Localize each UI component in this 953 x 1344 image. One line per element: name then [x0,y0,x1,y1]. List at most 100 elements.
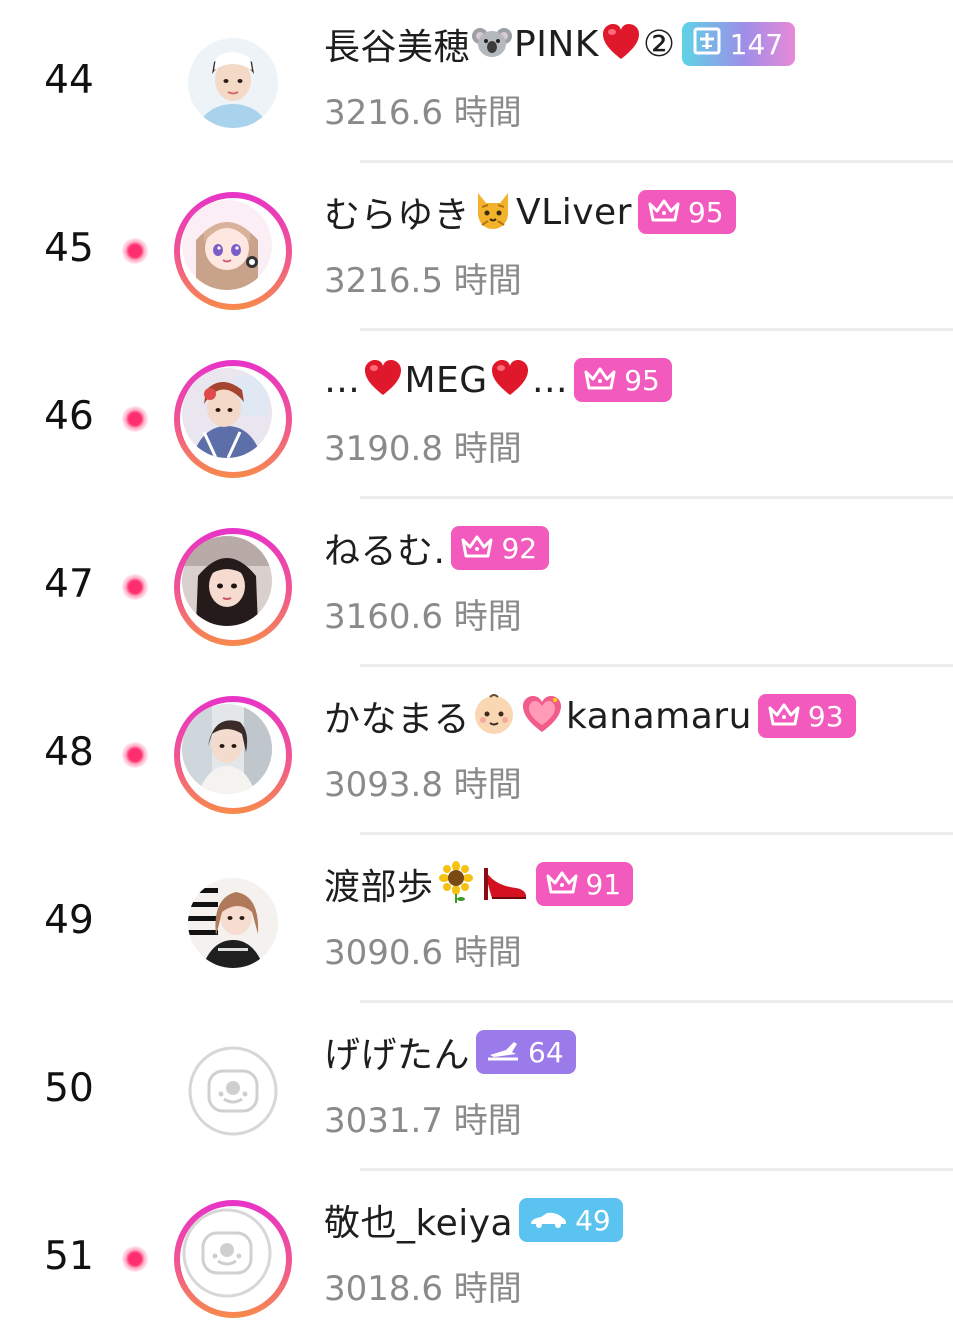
rank-number: 47 [44,562,94,607]
ranking-row[interactable]: 46 … MEG … 95 3190.8 時間 [0,336,953,504]
live-indicator-dot [122,406,148,432]
rank-number: 44 [44,58,94,103]
crown-icon [768,700,800,733]
level-badge-value: 49 [575,1203,611,1237]
user-name-text: ② [642,23,676,65]
avatar[interactable] [174,528,292,646]
user-name-text: VLiver [516,191,632,233]
watch-time: 3160.6 時間 [324,597,522,637]
user-name-line[interactable]: … MEG … 95 [324,354,672,406]
avatar[interactable] [174,864,292,982]
user-name-text: ねるむ. [324,531,446,572]
user-name-text: … [324,359,361,401]
crown-icon [461,532,493,565]
user-name-line[interactable]: むらゆき VLiver 95 [324,186,736,238]
level-badge: 93 [757,694,856,738]
rank-number: 45 [44,226,94,271]
user-name-line[interactable]: 敬也_keiya 49 [324,1194,623,1246]
level-badge: 64 [476,1030,576,1074]
ranking-row[interactable]: 51 敬也_keiya 49 3018.6 時間 [0,1176,953,1344]
watch-time: 3031.7 時間 [324,1101,522,1141]
avatar[interactable] [174,192,292,310]
heart-emoji [363,359,403,401]
rank-number: 50 [44,1066,94,1111]
live-indicator-dot [122,574,148,600]
user-name-text: MEG [404,359,488,401]
user-name-line[interactable]: かなまる kanamaru 93 [324,690,856,742]
user-name-text: PINK [514,23,599,65]
user-name-text: かなまる [324,699,471,740]
user-name-line[interactable]: 長谷美穂 PINK ② 147 [324,18,796,70]
user-name-text: 渡部歩 [324,867,434,908]
level-badge: 92 [451,526,550,570]
crown-icon [584,364,616,397]
user-name-text: 敬也_keiya [324,1203,514,1244]
level-badge: 147 [681,22,796,66]
level-badge-value: 91 [585,867,622,901]
row-divider [360,496,953,499]
photo-avatar [182,368,272,458]
watch-time: 3190.8 時間 [324,429,522,469]
crown-icon [546,868,578,901]
default-avatar [182,1208,272,1298]
level-badge-value: 93 [807,699,844,733]
user-name-line[interactable]: ねるむ. 92 [324,522,550,574]
cat-emoji [472,189,514,235]
rank-number: 49 [44,898,94,943]
level-badge: 91 [535,862,634,906]
level-badge-value: 95 [624,363,660,397]
level-badge-value: 95 [687,195,724,229]
user-name-text: げげたん [324,1035,471,1076]
avatar[interactable] [174,1032,292,1150]
sparkle-heart-emoji [520,694,564,738]
ranking-row[interactable]: 48 かなまる kanamaru 93 3093.8 時間 [0,672,953,840]
avatar[interactable] [174,1200,292,1318]
ranking-row[interactable]: 44 長谷美穂 PINK ② 147 3216.6 時間 [0,0,953,168]
high-heel-emoji [480,862,528,906]
sunflower-emoji [436,861,476,907]
photo-avatar [188,878,278,968]
user-name-line[interactable]: げげたん 64 [324,1026,576,1078]
rank-number: 51 [44,1234,94,1279]
photo-avatar [182,704,272,794]
ranking-row[interactable]: 45 むらゆき VLiver 95 3216.5 時間 [0,168,953,336]
live-indicator-dot [122,238,148,264]
row-divider [360,328,953,331]
row-divider [360,664,953,667]
level-badge: 95 [574,358,672,402]
photo-avatar [188,38,278,128]
row-divider [360,160,953,163]
row-divider [360,1000,953,1003]
watch-time: 3216.5 時間 [324,261,522,301]
level-badge-value: 64 [528,1035,564,1069]
user-name-text: … [531,359,569,401]
ranking-row[interactable]: 49 渡部歩 91 3090.6 時間 [0,840,953,1008]
anime-avatar [182,200,272,290]
rank-number: 48 [44,730,94,775]
avatar[interactable] [174,24,292,142]
row-divider [360,1168,953,1171]
heart-emoji [601,23,641,65]
level-badge: 95 [637,190,736,234]
live-indicator-dot [122,1246,148,1272]
watch-time: 3093.8 時間 [324,765,522,805]
level-badge-value: 147 [729,27,784,61]
live-indicator-dot [122,742,148,768]
avatar[interactable] [174,360,292,478]
level-badge-value: 92 [501,531,538,565]
user-name-line[interactable]: 渡部歩 91 [324,858,634,910]
ranking-row[interactable]: 50 げげたん 64 3031.7 時間 [0,1008,953,1176]
photo-avatar [182,536,272,626]
crown-icon [648,196,680,229]
heart-emoji [490,359,530,401]
watch-time: 3216.6 時間 [324,93,522,133]
avatar[interactable] [174,696,292,814]
user-name-text: 長谷美穂 [324,27,471,68]
watch-time: 3018.6 時間 [324,1269,522,1309]
baby-emoji [472,692,516,740]
row-divider [360,832,953,835]
car-icon [529,1204,567,1237]
airplane-icon [486,1036,520,1069]
user-name-text: むらゆき [324,195,471,236]
ranking-row[interactable]: 47 ねるむ. 92 3160.6 時間 [0,504,953,672]
